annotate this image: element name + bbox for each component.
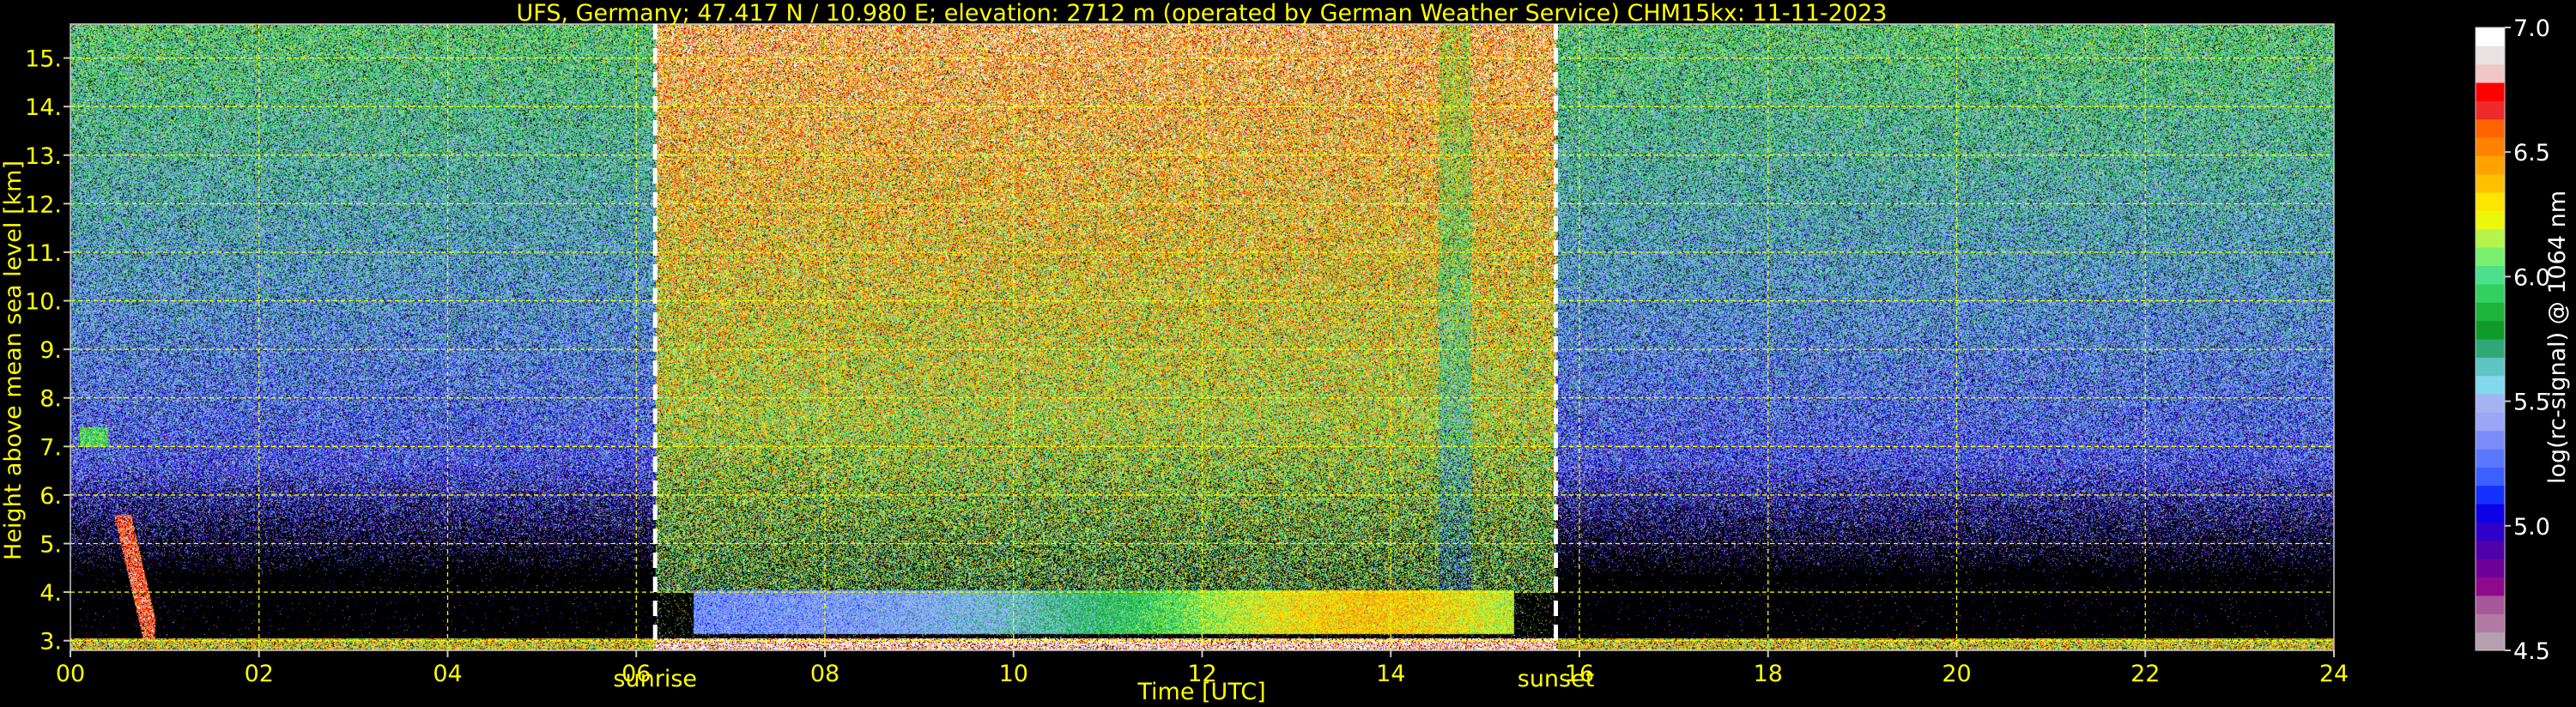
x-tick-label: 00: [56, 661, 85, 687]
x-axis-label: Time [UTC]: [1136, 679, 1265, 705]
colorbar-label: log(rc-signal) @ 1064 nm: [2544, 190, 2571, 484]
colorbar: 4.55.05.56.06.57.0: [2475, 15, 2550, 665]
chart-title: UFS, Germany; 47.417 N / 10.980 E; eleva…: [517, 0, 1888, 27]
y-tick-label: 7.: [39, 434, 62, 461]
colorbar-swatch: [2476, 631, 2505, 651]
y-tick-label: 8.: [39, 386, 62, 413]
colorbar-swatch: [2476, 27, 2505, 46]
colorbar-swatch: [2476, 504, 2505, 523]
x-tick-label: 10: [999, 661, 1028, 687]
y-tick-label: 14.: [25, 94, 62, 121]
colorbar-swatch: [2476, 540, 2505, 559]
x-tick-label: 22: [2131, 661, 2160, 687]
colorbar-tick-label: 4.5: [2513, 638, 2550, 665]
colorbar-swatch: [2476, 357, 2505, 377]
colorbar-swatch: [2476, 467, 2505, 486]
colorbar-swatch: [2476, 320, 2505, 340]
colorbar-tick-label: 6.5: [2513, 140, 2550, 166]
y-tick-label: 11.: [25, 240, 62, 267]
colorbar-swatch: [2476, 228, 2505, 248]
colorbar-swatch: [2476, 247, 2505, 267]
colorbar-tick-label: 5.0: [2513, 514, 2550, 541]
colorbar-swatch: [2476, 559, 2505, 578]
y-tick-label: 10.: [25, 289, 62, 316]
colorbar-swatch: [2476, 522, 2505, 541]
colorbar-swatch: [2476, 430, 2505, 450]
colorbar-swatch: [2476, 283, 2505, 303]
y-tick-label: 9.: [39, 337, 62, 364]
colorbar-swatch: [2476, 100, 2505, 120]
y-tick-label: 15.: [25, 46, 62, 73]
colorbar-swatch: [2476, 63, 2505, 83]
x-tick-label: 06: [621, 661, 651, 687]
colorbar-swatch: [2476, 155, 2505, 175]
y-tick-label: 6.: [39, 483, 62, 510]
colorbar-swatch: [2476, 192, 2505, 212]
y-tick-label: 13.: [25, 143, 62, 170]
x-tick-label: 04: [433, 661, 462, 687]
x-tick-label: 24: [2319, 661, 2349, 687]
x-tick-label: 20: [1942, 661, 1971, 687]
colorbar-swatch: [2476, 375, 2505, 395]
y-tick-label: 5.: [39, 532, 62, 559]
colorbar-swatch: [2476, 485, 2505, 505]
x-tick-label: 14: [1376, 661, 1405, 687]
y-tick-label: 3.: [39, 629, 62, 656]
colorbar-swatch: [2476, 412, 2505, 432]
colorbar-swatch: [2476, 210, 2505, 230]
colorbar-swatch: [2476, 302, 2505, 322]
colorbar-swatch: [2476, 613, 2505, 633]
y-axis: 3. 4. 5. 6. 7. 8. 9. 10. 11. 12. 13. 14. 15.: [25, 46, 70, 656]
colorbar-swatch: [2476, 339, 2505, 358]
colorbar-swatch: [2476, 173, 2505, 193]
colorbar-swatch: [2476, 45, 2505, 65]
colorbar-swatch: [2476, 137, 2505, 156]
colorbar-swatch: [2476, 449, 2505, 468]
ceilometer-chart: sunrise sunset 00 02 04 06 08 10 12 14 16 18 20 22 24…: [0, 0, 2571, 705]
colorbar-swatch: [2476, 595, 2505, 614]
x-tick-label: 08: [810, 661, 839, 687]
y-tick-label: 12.: [25, 191, 62, 218]
colorbar-swatch: [2476, 577, 2505, 596]
colorbar-swatch: [2476, 394, 2505, 413]
x-tick-label: 18: [1754, 661, 1783, 687]
colorbar-swatch: [2476, 265, 2505, 285]
y-axis-label: Height above mean sea level [km]: [0, 160, 27, 560]
colorbar-swatch: [2476, 118, 2505, 138]
y-tick-label: 4.: [39, 580, 62, 607]
x-tick-label: 16: [1565, 661, 1594, 687]
colorbar-swatch: [2476, 82, 2505, 101]
x-tick-label: 02: [245, 661, 274, 687]
colorbar-tick-label: 7.0: [2513, 15, 2550, 42]
